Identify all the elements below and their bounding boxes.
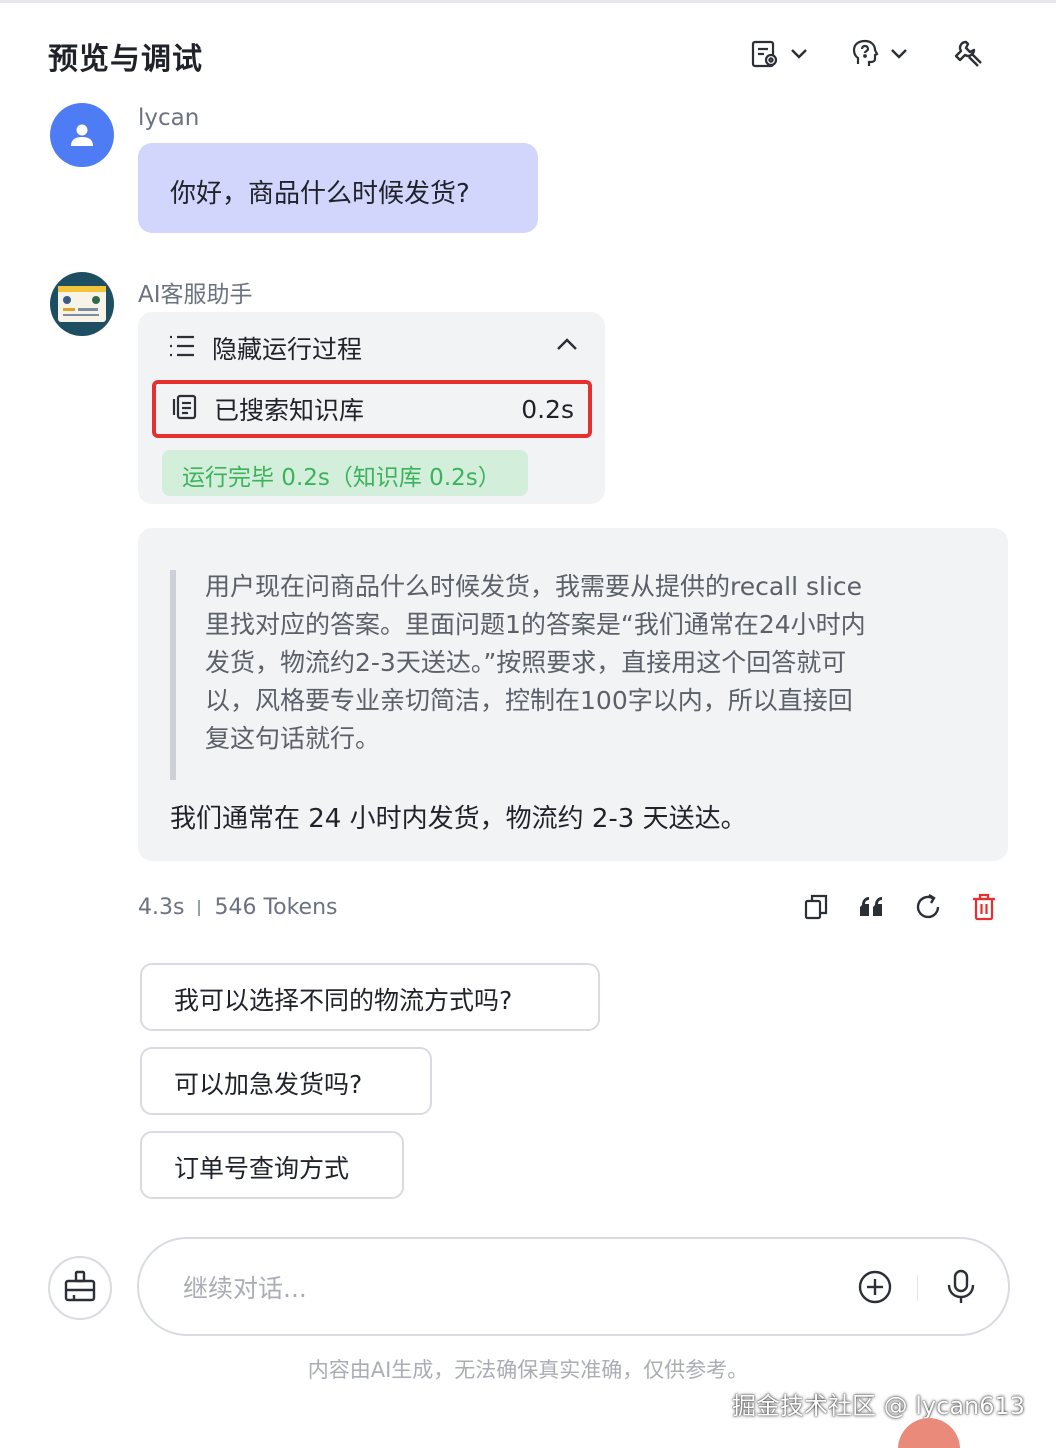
document-icon bbox=[172, 394, 198, 424]
answer-text: 我们通常在 24 小时内发货，物流约 2-3 天送达。 bbox=[170, 804, 747, 834]
chat-input-container bbox=[137, 1237, 1010, 1336]
config-file-icon bbox=[750, 39, 780, 69]
refresh-icon bbox=[913, 892, 943, 926]
run-process-card: 隐藏运行过程 已搜索知识库 0.2s 运行完毕 0.2s（知识库 0.2s） bbox=[138, 312, 605, 504]
suggestion-chip[interactable]: 可以加急发货吗? bbox=[140, 1047, 432, 1115]
reasoning-quote: 用户现在问商品什么时候发货，我需要从提供的recall slice 里找对应的答… bbox=[170, 570, 960, 780]
top-divider bbox=[0, 0, 1056, 3]
input-divider bbox=[917, 1275, 918, 1301]
meta-separator bbox=[198, 900, 201, 916]
reasoning-line: 里找对应的答案。里面问题1的答案是“我们通常在24小时内 bbox=[205, 610, 866, 639]
hide-process-toggle[interactable]: 隐藏运行过程 bbox=[168, 330, 578, 366]
chat-input[interactable] bbox=[183, 1269, 823, 1307]
hide-process-label: 隐藏运行过程 bbox=[212, 335, 363, 364]
clear-history-button[interactable] bbox=[48, 1256, 112, 1320]
reasoning-line: 发货，物流约2-3天送达。”按照要求，直接用这个回答就可 bbox=[205, 648, 847, 677]
voice-dropdown-button[interactable] bbox=[850, 36, 908, 72]
chevron-up-icon bbox=[556, 336, 578, 355]
wrench-icon bbox=[952, 38, 984, 70]
suggestion-chip[interactable]: 我可以选择不同的物流方式吗? bbox=[140, 963, 600, 1031]
config-dropdown-button[interactable] bbox=[750, 36, 808, 72]
header: 预览与调试 bbox=[48, 30, 1008, 78]
voice-person-icon bbox=[850, 38, 882, 70]
plus-circle-icon bbox=[857, 1269, 893, 1309]
chevron-down-icon bbox=[890, 48, 908, 60]
knowledge-search-time: 0.2s bbox=[521, 394, 574, 424]
reasoning-line: 用户现在问商品什么时候发货，我需要从提供的recall slice bbox=[205, 572, 863, 601]
token-count: 546 Tokens bbox=[214, 895, 338, 920]
response-time: 4.3s bbox=[138, 895, 185, 920]
regenerate-button[interactable] bbox=[912, 893, 944, 925]
quote-icon bbox=[858, 895, 886, 923]
delete-button[interactable] bbox=[968, 893, 1000, 925]
voice-input-button[interactable] bbox=[941, 1269, 981, 1309]
watermark: 掘金技术社区 @ lycan613 bbox=[732, 1392, 1026, 1420]
trash-icon bbox=[971, 893, 997, 925]
chevron-down-icon bbox=[790, 48, 808, 60]
microphone-icon bbox=[945, 1269, 977, 1309]
copy-button[interactable] bbox=[800, 893, 832, 925]
reasoning-line: 复这句话就行。 bbox=[205, 724, 381, 753]
run-complete-badge: 运行完毕 0.2s（知识库 0.2s） bbox=[162, 450, 528, 496]
knowledge-search-step[interactable]: 已搜索知识库 0.2s bbox=[152, 380, 592, 438]
answer-card: 用户现在问商品什么时候发货，我需要从提供的recall slice 里找对应的答… bbox=[138, 528, 1008, 861]
user-avatar bbox=[50, 103, 114, 167]
broom-icon bbox=[63, 1269, 97, 1307]
add-attachment-button[interactable] bbox=[855, 1269, 895, 1309]
mascot-avatar bbox=[898, 1418, 960, 1448]
copy-icon bbox=[803, 893, 829, 925]
response-meta: 4.3s 546 Tokens bbox=[138, 895, 338, 920]
bot-name: AI客服助手 bbox=[138, 282, 253, 308]
list-icon bbox=[168, 333, 196, 363]
ai-disclaimer: 内容由AI生成，无法确保真实准确，仅供参考。 bbox=[307, 1358, 749, 1382]
reasoning-line: 以，风格要专业亲切简洁，控制在100字以内，所以直接回 bbox=[205, 686, 853, 715]
user-name: lycan bbox=[138, 105, 200, 131]
person-icon bbox=[71, 124, 93, 146]
knowledge-search-label: 已搜索知识库 bbox=[214, 396, 365, 425]
user-message-bubble: 你好，商品什么时候发货? bbox=[138, 143, 538, 233]
quote-button[interactable] bbox=[856, 893, 888, 925]
bot-avatar bbox=[50, 272, 114, 336]
tools-button[interactable] bbox=[952, 36, 984, 72]
page-title: 预览与调试 bbox=[48, 42, 203, 77]
suggestion-chip[interactable]: 订单号查询方式 bbox=[140, 1131, 404, 1199]
